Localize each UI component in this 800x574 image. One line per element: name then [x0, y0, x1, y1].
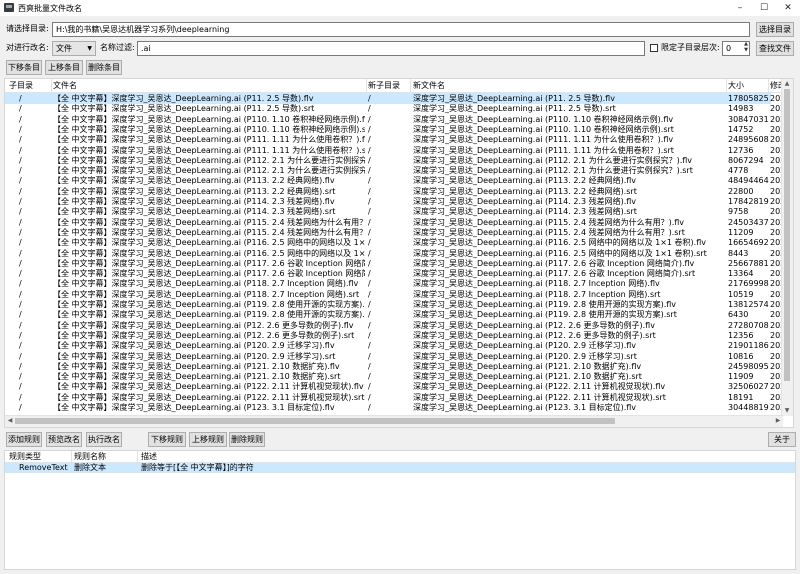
cell-new-name: 深度学习_吴恩达_DeepLearning.ai (P123. 3.1 目标定位… — [413, 403, 637, 412]
title-bar: 西爽批量文件改名 – ☐ ✕ — [0, 0, 800, 16]
maximize-button[interactable]: ☐ — [752, 0, 776, 16]
name-filter-label: 名称过滤: — [100, 43, 135, 52]
table-row[interactable]: / 【全 中文字幕】深度学习_吴恩达_DeepLearning.ai (P123.… — [5, 402, 793, 413]
col-new-name-header[interactable]: 新文件名 — [413, 80, 445, 91]
select-dir-button[interactable]: 选择目录 — [756, 22, 794, 37]
delete-item-button[interactable]: 删除条目 — [86, 60, 122, 75]
select-dir-label: 请选择目录: — [6, 24, 49, 33]
limit-subdir-checkbox[interactable] — [650, 44, 658, 52]
horizontal-scrollbar[interactable]: ◀ ▶ — [5, 415, 783, 427]
app-icon — [4, 3, 14, 12]
rename-target-value: 文件 — [56, 44, 72, 53]
limit-subdir-label: 限定子目录层次: — [661, 43, 720, 52]
col-new-subdir-header[interactable]: 新子目录 — [368, 80, 400, 91]
scroll-down-icon[interactable]: ▼ — [782, 406, 792, 416]
move-down-item-button[interactable]: 下移条目 — [6, 60, 42, 75]
limit-subdir-value: 0 — [726, 44, 732, 53]
rename-target-label: 对进行改名: — [6, 43, 49, 52]
window-title: 西爽批量文件改名 — [18, 4, 82, 13]
close-button[interactable]: ✕ — [776, 0, 800, 16]
cell-rule-name: 删除文本 — [74, 463, 106, 472]
vertical-scrollbar[interactable]: ▲ ▼ — [781, 79, 793, 416]
files-table-header: 子目录 文件名 新子目录 新文件名 大小 修改 — [5, 79, 793, 93]
rules-table-header: 规则类型 规则名称 描述 — [5, 451, 795, 463]
cell-rule-type: RemoveText — [19, 463, 68, 472]
scroll-up-icon[interactable]: ▲ — [782, 79, 792, 89]
col-rule-type-header[interactable]: 规则类型 — [9, 451, 41, 462]
move-down-rule-button[interactable]: 下移规则 — [148, 432, 186, 447]
preview-rename-button[interactable]: 预览改名 — [46, 432, 82, 447]
scroll-left-icon[interactable]: ◀ — [5, 416, 15, 426]
col-size-header[interactable]: 大小 — [728, 80, 744, 91]
vertical-scroll-thumb[interactable] — [784, 89, 790, 381]
cell-size: 30448819 — [728, 403, 769, 412]
col-rule-name-header[interactable]: 规则名称 — [74, 451, 106, 462]
dir-path-input[interactable]: H:\我的书籍\吴恩达机器学习系列\deeplearning — [52, 22, 750, 37]
rule-row[interactable]: RemoveText 删除文本 删除等于[【全 中文字幕】]的字符 — [5, 463, 795, 473]
about-button[interactable]: 关于 — [768, 432, 796, 447]
cell-new-subdir: / — [368, 403, 371, 412]
execute-rename-button[interactable]: 执行改名 — [86, 432, 122, 447]
col-subdir-header[interactable]: 子目录 — [9, 80, 33, 91]
move-up-rule-button[interactable]: 上移规则 — [189, 432, 227, 447]
cell-subdir: / — [19, 403, 22, 412]
files-table[interactable]: 子目录 文件名 新子目录 新文件名 大小 修改 / 【全 中文字幕】深度学习_吴恩… — [4, 78, 794, 428]
limit-subdir-spinner[interactable]: 0 ▲ ▼ — [722, 41, 750, 56]
horizontal-scroll-thumb[interactable] — [15, 418, 615, 424]
minimize-button[interactable]: – — [728, 0, 752, 16]
rules-table[interactable]: 规则类型 规则名称 描述 RemoveText 删除文本 删除等于[【全 中文字幕】… — [4, 450, 796, 570]
col-rule-desc-header[interactable]: 描述 — [141, 451, 157, 462]
chevron-down-icon: ▼ — [87, 45, 92, 52]
cell-rule-desc: 删除等于[【全 中文字幕】]的字符 — [141, 463, 254, 472]
delete-rule-button[interactable]: 删除规则 — [229, 432, 265, 447]
name-filter-input[interactable]: .ai — [137, 41, 645, 56]
add-rule-button[interactable]: 添加规则 — [6, 432, 42, 447]
spinner-arrows-icon: ▲ ▼ — [744, 41, 748, 53]
col-name-header[interactable]: 文件名 — [53, 80, 77, 91]
scroll-right-icon[interactable]: ▶ — [773, 416, 783, 426]
cell-name: 【全 中文字幕】深度学习_吴恩达_DeepLearning.ai (P123. … — [53, 403, 335, 412]
move-up-item-button[interactable]: 上移条目 — [45, 60, 83, 75]
find-files-button[interactable]: 查找文件 — [756, 41, 794, 56]
rename-target-select[interactable]: 文件 ▼ — [52, 41, 96, 56]
